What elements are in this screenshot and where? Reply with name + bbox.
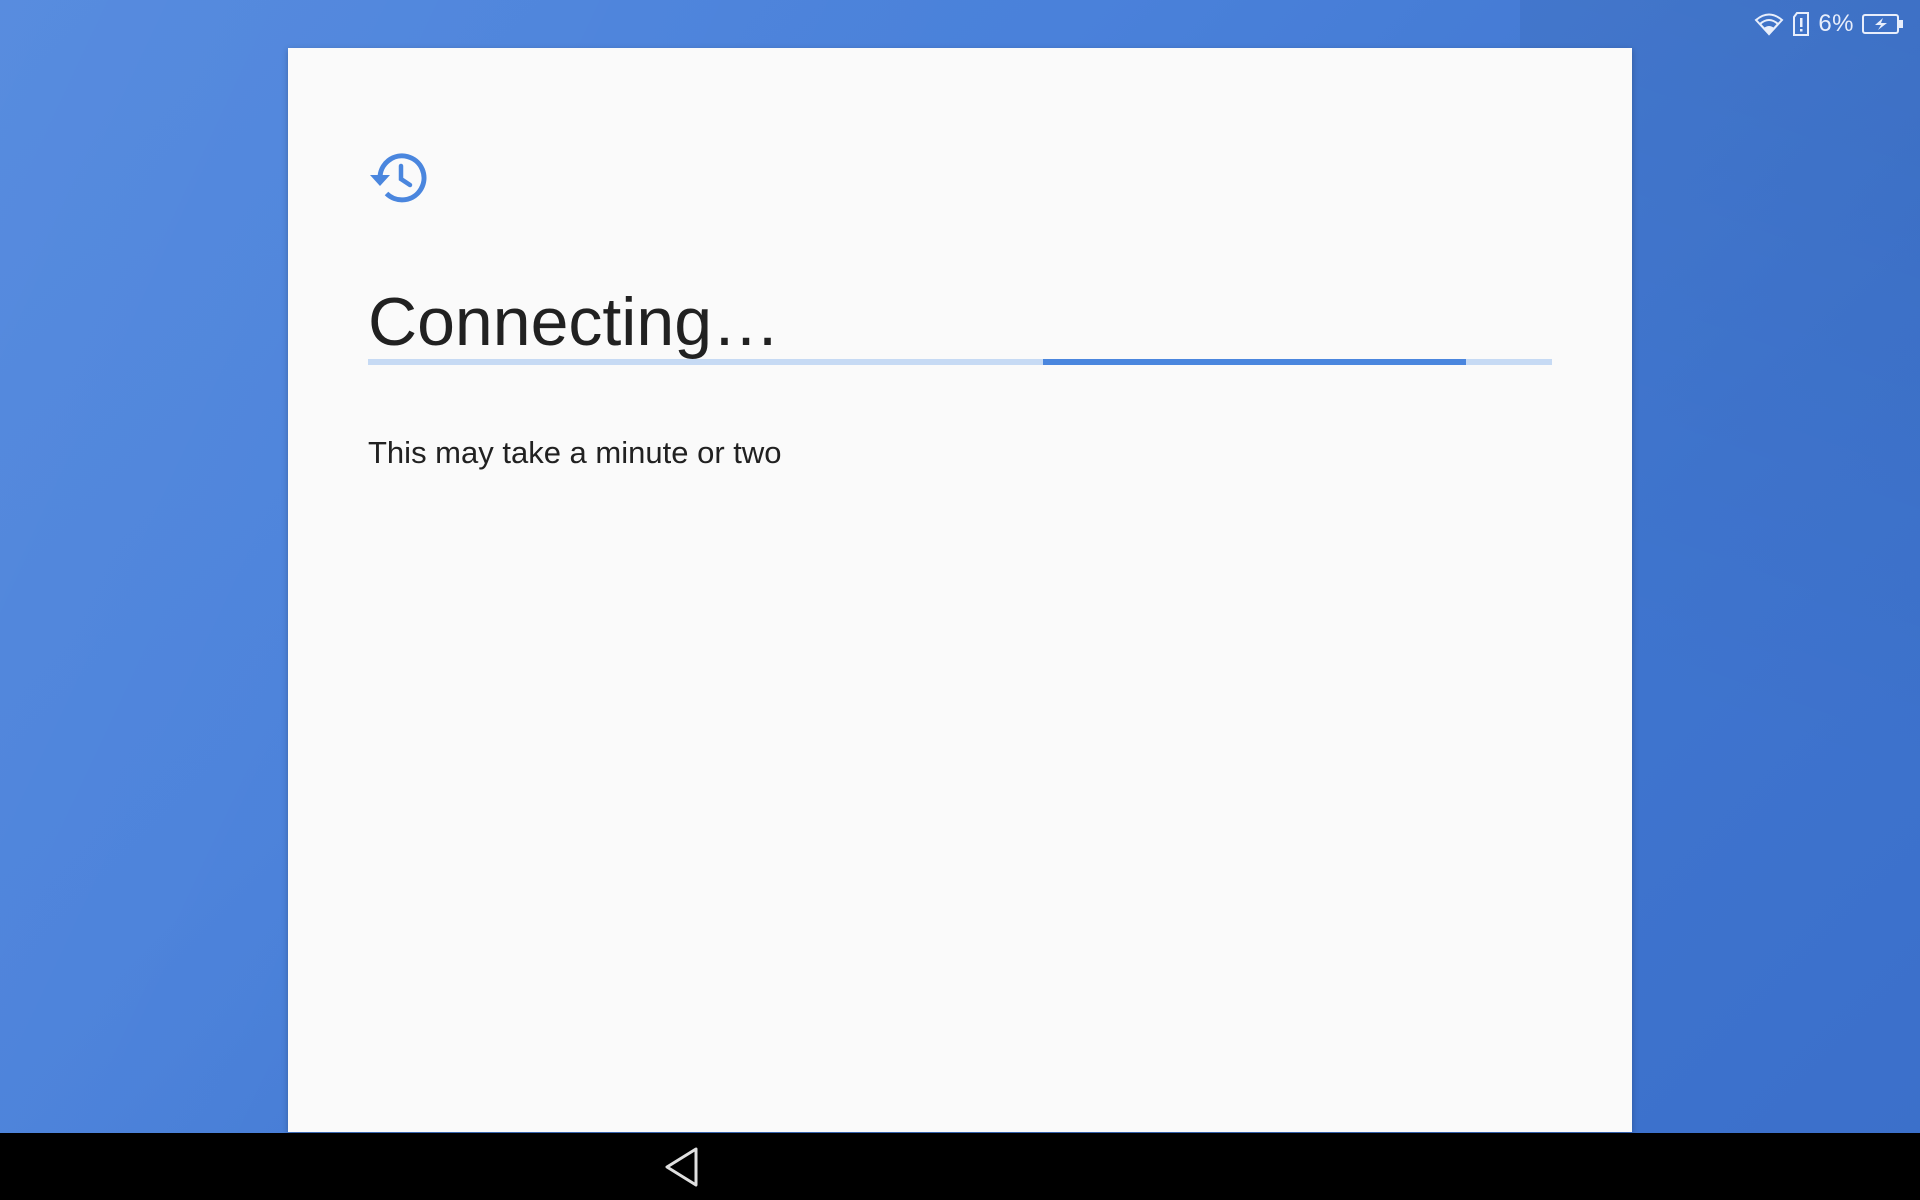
page-title: Connecting… xyxy=(368,284,781,360)
wifi-icon xyxy=(1754,12,1784,36)
back-button[interactable] xyxy=(660,1145,704,1189)
battery-percent: 6% xyxy=(1818,10,1854,37)
back-triangle-icon xyxy=(665,1147,698,1187)
navigation-bar xyxy=(0,1133,1920,1200)
battery-charging-icon xyxy=(1862,13,1904,35)
sd-card-alert-icon xyxy=(1792,12,1810,36)
progress-indicator xyxy=(1042,359,1466,365)
setup-card: Connecting… This may take a minute or tw… xyxy=(288,48,1632,1132)
progress-track xyxy=(368,359,1552,365)
status-bar: 6% xyxy=(1754,0,1920,48)
status-message: This may take a minute or two xyxy=(368,435,782,470)
restore-history-icon xyxy=(368,148,428,208)
screen: 6% Connecting… This may take a minute or… xyxy=(0,0,1920,1200)
